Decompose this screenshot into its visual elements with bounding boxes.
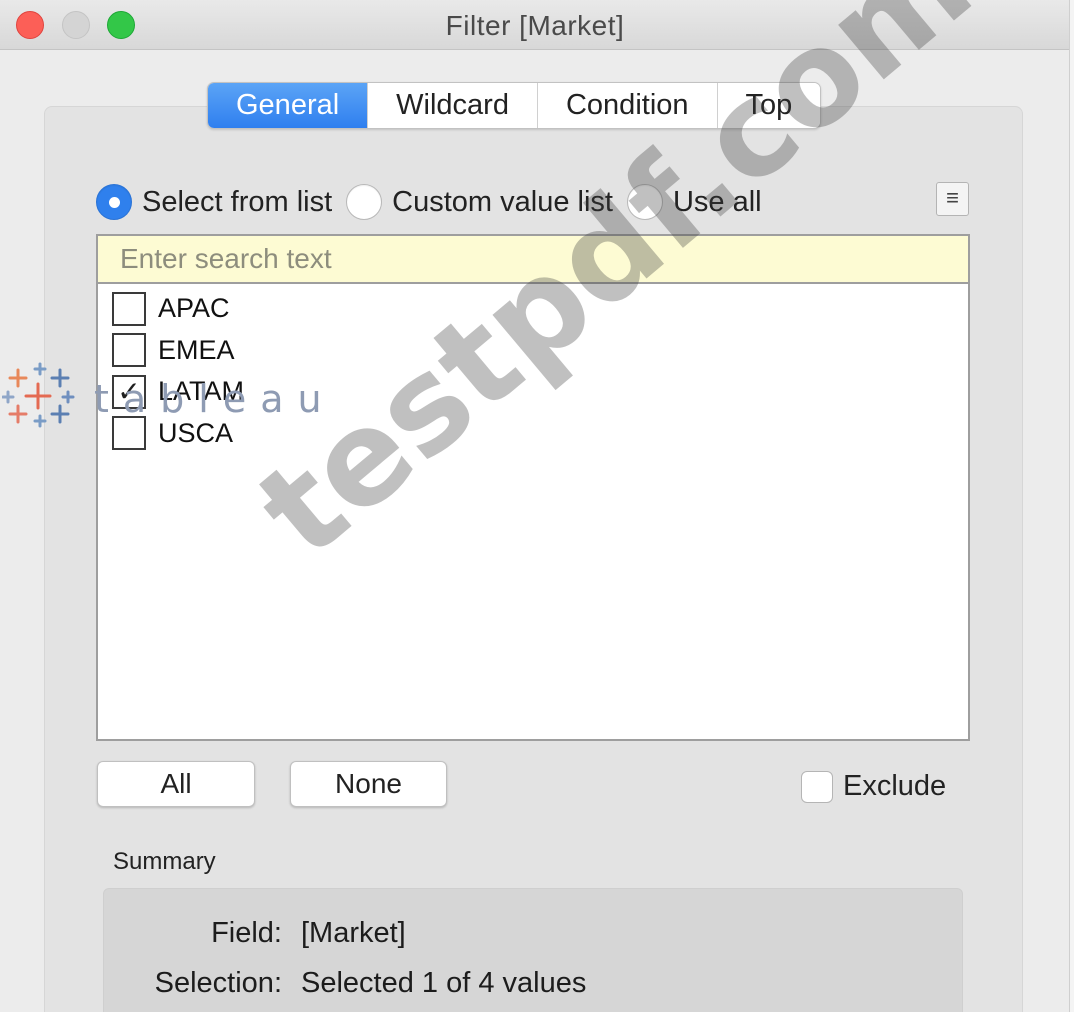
- title-bar: Filter [Market]: [0, 0, 1070, 50]
- summary-field-key: Field:: [211, 917, 282, 949]
- list-item-label: APAC: [158, 293, 230, 324]
- all-button[interactable]: All: [97, 761, 255, 807]
- value-items: APAC EMEA ✓ LATAM USCA: [112, 288, 244, 454]
- radio-custom-value-list[interactable]: Custom value list: [346, 184, 613, 220]
- list-options-menu-icon[interactable]: ≡: [936, 182, 969, 216]
- summary-title: Summary: [113, 848, 216, 875]
- list-item-usca[interactable]: USCA: [112, 413, 244, 455]
- list-item-emea[interactable]: EMEA: [112, 330, 244, 372]
- search-input[interactable]: [98, 236, 968, 284]
- radio-unselected-icon[interactable]: [346, 184, 383, 220]
- list-item-label: EMEA: [158, 334, 235, 365]
- radio-selected-icon[interactable]: [96, 184, 132, 220]
- tab-general[interactable]: General: [208, 83, 369, 128]
- checkbox[interactable]: [112, 333, 146, 368]
- radio-select-from-list[interactable]: Select from list: [96, 184, 332, 220]
- tab-condition[interactable]: Condition: [537, 83, 718, 128]
- exclude-checkbox-box[interactable]: [801, 770, 833, 803]
- summary-box: Field: [Market] Selection: Selected 1 of…: [103, 888, 963, 1012]
- radio-label: Use all: [672, 185, 762, 218]
- summary-selection-key: Selection:: [154, 967, 282, 999]
- value-list: APAC EMEA ✓ LATAM USCA: [96, 234, 970, 741]
- checkbox[interactable]: [112, 291, 146, 326]
- window-title: Filter [Market]: [445, 10, 625, 41]
- summary-selection-value: Selected 1 of 4 values: [301, 967, 587, 999]
- radio-label: Custom value list: [392, 185, 613, 218]
- list-item-label: LATAM: [158, 376, 245, 407]
- radio-unselected-icon[interactable]: [626, 184, 663, 220]
- window-edge: [1069, 0, 1074, 1012]
- tab-top[interactable]: Top: [717, 83, 821, 128]
- tab-bar: General Wildcard Condition Top: [207, 82, 822, 129]
- list-item-latam[interactable]: ✓ LATAM: [112, 371, 244, 413]
- filter-mode-radio-group: Select from list Custom value list Use a…: [96, 182, 776, 222]
- summary-field-value: [Market]: [301, 917, 406, 949]
- exclude-checkbox[interactable]: Exclude: [801, 770, 946, 803]
- list-item-label: USCA: [158, 417, 234, 448]
- radio-use-all[interactable]: Use all: [626, 184, 762, 220]
- checkbox-checked[interactable]: ✓: [112, 374, 146, 409]
- exclude-label: Exclude: [843, 770, 947, 802]
- list-item-apac[interactable]: APAC: [112, 288, 244, 330]
- checkmark-icon: ✓: [117, 375, 141, 407]
- checkbox[interactable]: [112, 416, 146, 451]
- none-button[interactable]: None: [290, 761, 447, 807]
- tab-wildcard[interactable]: Wildcard: [368, 83, 538, 128]
- radio-label: Select from list: [142, 185, 333, 218]
